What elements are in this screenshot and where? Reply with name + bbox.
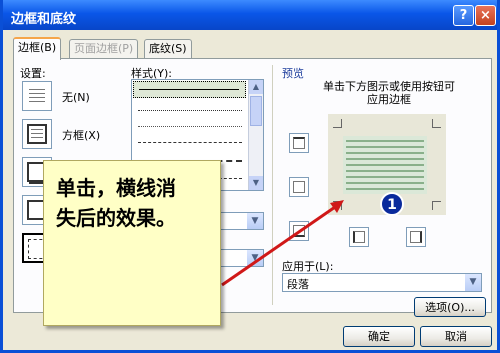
step-number-badge: 1 <box>380 192 404 216</box>
callout-text: 单击，横线消 失后的效果。 <box>56 176 176 230</box>
annotation-callout: 单击，横线消 失后的效果。 <box>43 160 221 326</box>
tab-borders[interactable]: 边框(B) <box>13 37 62 60</box>
